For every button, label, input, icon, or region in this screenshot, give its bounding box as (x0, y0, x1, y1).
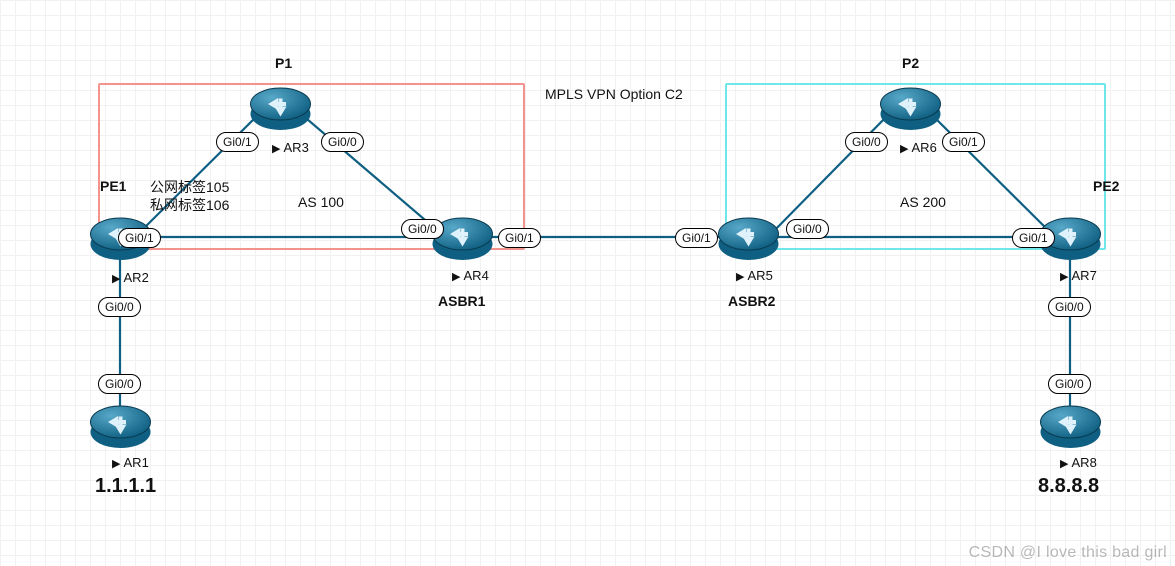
router-name-ar2: AR2 (112, 270, 149, 285)
port-ar7-g01: Gi0/1 (1012, 228, 1055, 248)
router-icon (1038, 400, 1103, 452)
port-ar6-g01: Gi0/1 (942, 132, 985, 152)
port-ar2-g00: Gi0/0 (98, 297, 141, 317)
port-ar1-g00: Gi0/0 (98, 374, 141, 394)
port-ar7-g00: Gi0/0 (1048, 297, 1091, 317)
port-ar4-g00: Gi0/0 (401, 219, 444, 239)
diagram-title: MPLS VPN Option C2 (545, 86, 683, 102)
port-ar2-g01: Gi0/1 (118, 228, 161, 248)
as100-label: AS 100 (298, 194, 344, 210)
role-pe2: PE2 (1093, 178, 1119, 194)
router-name-ar8: AR8 (1060, 455, 1097, 470)
note-private-label: 私网标签106 (150, 197, 229, 215)
port-ar4-g01: Gi0/1 (498, 228, 541, 248)
port-ar3-g00: Gi0/0 (321, 132, 364, 152)
router-icon (248, 82, 313, 134)
role-asbr2: ASBR2 (728, 293, 775, 309)
router-name-ar3: AR3 (272, 140, 309, 155)
router-icon (88, 400, 153, 452)
port-ar5-g00: Gi0/0 (786, 219, 829, 239)
router-name-ar1: AR1 (112, 455, 149, 470)
router-icon (878, 82, 943, 134)
note-public-label: 公网标签105 (150, 179, 229, 197)
port-ar6-g00: Gi0/0 (845, 132, 888, 152)
ip-ar8: 8.8.8.8 (1038, 475, 1099, 498)
role-p1: P1 (275, 55, 292, 71)
port-ar8-g00: Gi0/0 (1048, 374, 1091, 394)
role-pe1: PE1 (100, 178, 126, 194)
role-p2: P2 (902, 55, 919, 71)
router-name-ar4: AR4 (452, 268, 489, 283)
role-asbr1: ASBR1 (438, 293, 485, 309)
router-icon (430, 212, 495, 264)
router-name-ar5: AR5 (736, 268, 773, 283)
as200-label: AS 200 (900, 194, 946, 210)
port-ar3-g01: Gi0/1 (216, 132, 259, 152)
ip-ar1: 1.1.1.1 (95, 475, 156, 498)
router-name-ar6: AR6 (900, 140, 937, 155)
port-ar5-g01: Gi0/1 (675, 228, 718, 248)
router-name-ar7: AR7 (1060, 268, 1097, 283)
router-icon (716, 212, 781, 264)
watermark: CSDN @I love this bad girl (969, 544, 1167, 562)
